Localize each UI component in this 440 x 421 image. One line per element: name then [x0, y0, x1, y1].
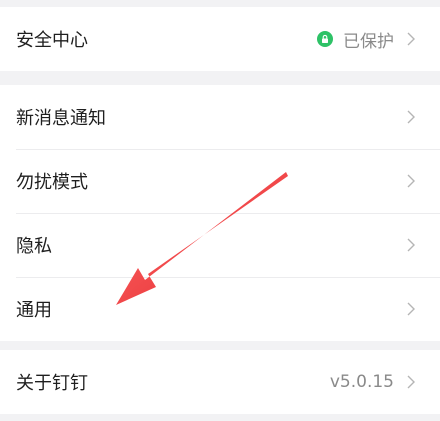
- security-center-label: 安全中心: [16, 30, 88, 51]
- menu-item-label: 通用: [16, 300, 52, 321]
- security-group: 安全中心 已保护: [0, 7, 440, 71]
- security-status: 已保护: [317, 27, 394, 52]
- menu-item-label: 新消息通知: [16, 108, 106, 129]
- about-group: 关于钉钉 v5.0.15: [0, 350, 440, 414]
- version-text: v5.0.15: [329, 372, 394, 392]
- security-status-text: 已保护: [343, 31, 394, 52]
- chevron-right-icon: [404, 110, 418, 124]
- chevron-right-icon: [404, 174, 418, 188]
- menu-item-label: 勿扰模式: [16, 172, 88, 193]
- about-row[interactable]: 关于钉钉 v5.0.15: [0, 350, 440, 414]
- security-center-right: 已保护: [317, 27, 418, 52]
- menu-item-privacy[interactable]: 隐私: [0, 213, 440, 277]
- menu-item-notifications[interactable]: 新消息通知: [0, 85, 440, 149]
- menu-item-general[interactable]: 通用: [0, 277, 440, 341]
- lock-icon: [317, 31, 333, 47]
- about-right: v5.0.15: [330, 372, 418, 392]
- chevron-right-icon: [404, 375, 418, 389]
- about-label: 关于钉钉: [16, 373, 88, 394]
- chevron-right-icon: [404, 302, 418, 316]
- security-center-row[interactable]: 安全中心 已保护: [0, 7, 440, 71]
- menu-item-label: 隐私: [16, 236, 52, 257]
- chevron-right-icon: [404, 32, 418, 46]
- settings-menu-group: 新消息通知 勿扰模式 隐私 通用: [0, 85, 440, 341]
- chevron-right-icon: [404, 238, 418, 252]
- menu-item-do-not-disturb[interactable]: 勿扰模式: [0, 149, 440, 213]
